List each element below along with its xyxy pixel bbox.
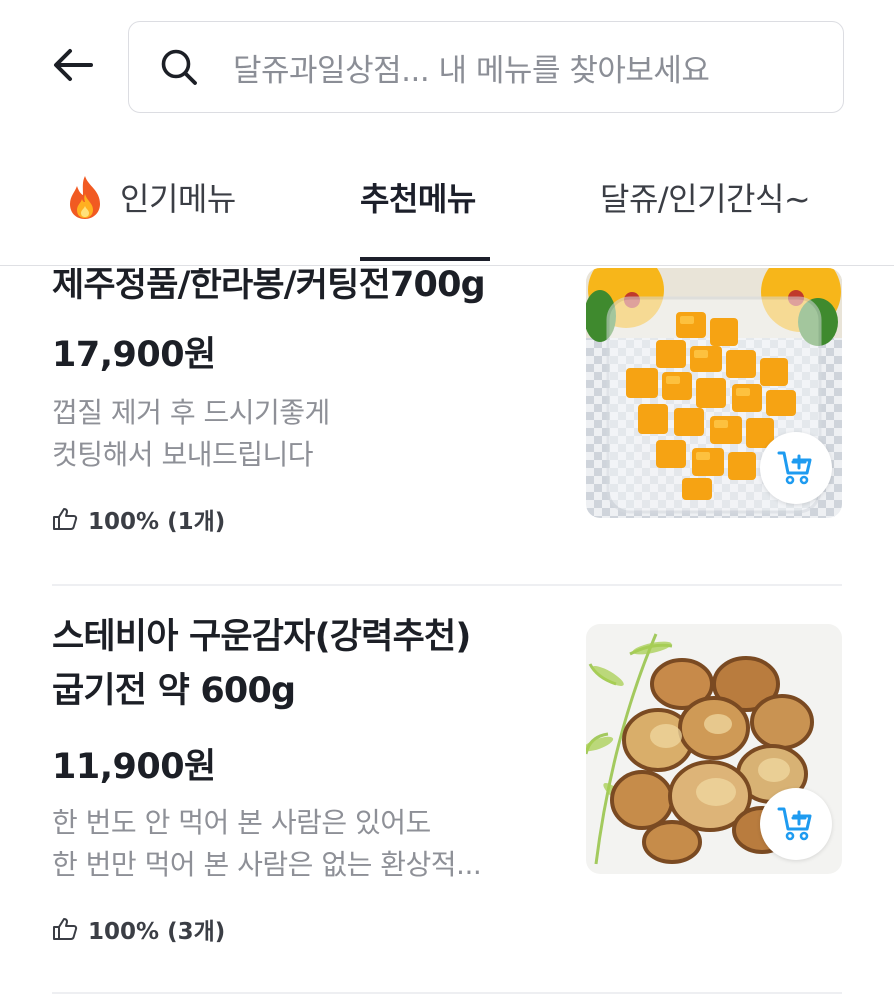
rating-text: 100% (3개) (88, 919, 226, 945)
menu-item-description-line: 컷팅해서 보내드립니다 (52, 438, 314, 471)
add-to-cart-button[interactable] (760, 432, 832, 504)
thumbs-up-icon (53, 918, 78, 940)
menu-item-price: 11,900원 (52, 747, 216, 787)
menu-item-description-line: 껍질 제거 후 드시기좋게 (52, 396, 330, 429)
cart-plus-icon (777, 807, 812, 841)
menu-item-image[interactable] (586, 268, 842, 518)
menu-item-rating: 100% (3개) (52, 912, 225, 946)
back-button[interactable] (46, 38, 100, 92)
menu-item-title: 제주정품/한라봉/커팅전700g (52, 268, 486, 305)
tab-dalju-popular-snacks[interactable]: 달쥬/인기간식~ (600, 174, 811, 220)
fire-icon (70, 176, 100, 219)
menu-item-rating: 100% (1개) (52, 502, 225, 536)
tab-label: 인기메뉴 (120, 180, 236, 218)
menu-item-description-line: 한 번도 안 먹어 본 사람은 있어도 (52, 806, 431, 839)
menu-item-roasted-sweet-potato[interactable]: 스테비아 구운감자(강력추천) 굽기전 약 600g 11,900원 한 번도 … (0, 602, 894, 996)
menu-tabs: 인기메뉴 추천메뉴 달쥬/인기간식~ (0, 148, 894, 266)
menu-item-title-line: 스테비아 구운감자(강력추천) (52, 617, 471, 657)
cart-plus-icon (777, 451, 812, 485)
rating-text: 100% (1개) (88, 509, 226, 535)
menu-list: 제주정품/한라봉/커팅전700g 17,900원 껍질 제거 후 드시기좋게 컷… (0, 268, 894, 996)
add-to-cart-button[interactable] (760, 788, 832, 860)
active-tab-indicator (360, 257, 490, 261)
search-icon (157, 45, 201, 89)
search-input[interactable]: 달쥬과일상점... 내 메뉴를 찾아보세요 (128, 21, 844, 113)
menu-item-title-line: 굽기전 약 600g (52, 671, 296, 711)
tab-popular-menu[interactable]: 인기메뉴 (64, 174, 236, 220)
item-divider (52, 992, 842, 994)
menu-item-hallabong[interactable]: 제주정품/한라봉/커팅전700g 17,900원 껍질 제거 후 드시기좋게 컷… (0, 268, 894, 586)
menu-item-description-line: 한 번만 먹어 본 사람은 없는 환상적... (52, 848, 482, 881)
thumbs-up-icon (53, 508, 78, 530)
tab-label: 추천메뉴 (360, 180, 476, 218)
tab-recommended-menu[interactable]: 추천메뉴 (360, 174, 476, 220)
arrow-left-icon (54, 49, 93, 81)
menu-item-price: 17,900원 (52, 335, 216, 375)
tab-label: 달쥬/인기간식~ (600, 180, 811, 218)
top-bar: 달쥬과일상점... 내 메뉴를 찾아보세요 (0, 0, 894, 130)
menu-item-image[interactable] (586, 624, 842, 874)
item-divider (52, 584, 842, 586)
search-placeholder: 달쥬과일상점... 내 메뉴를 찾아보세요 (233, 52, 710, 89)
